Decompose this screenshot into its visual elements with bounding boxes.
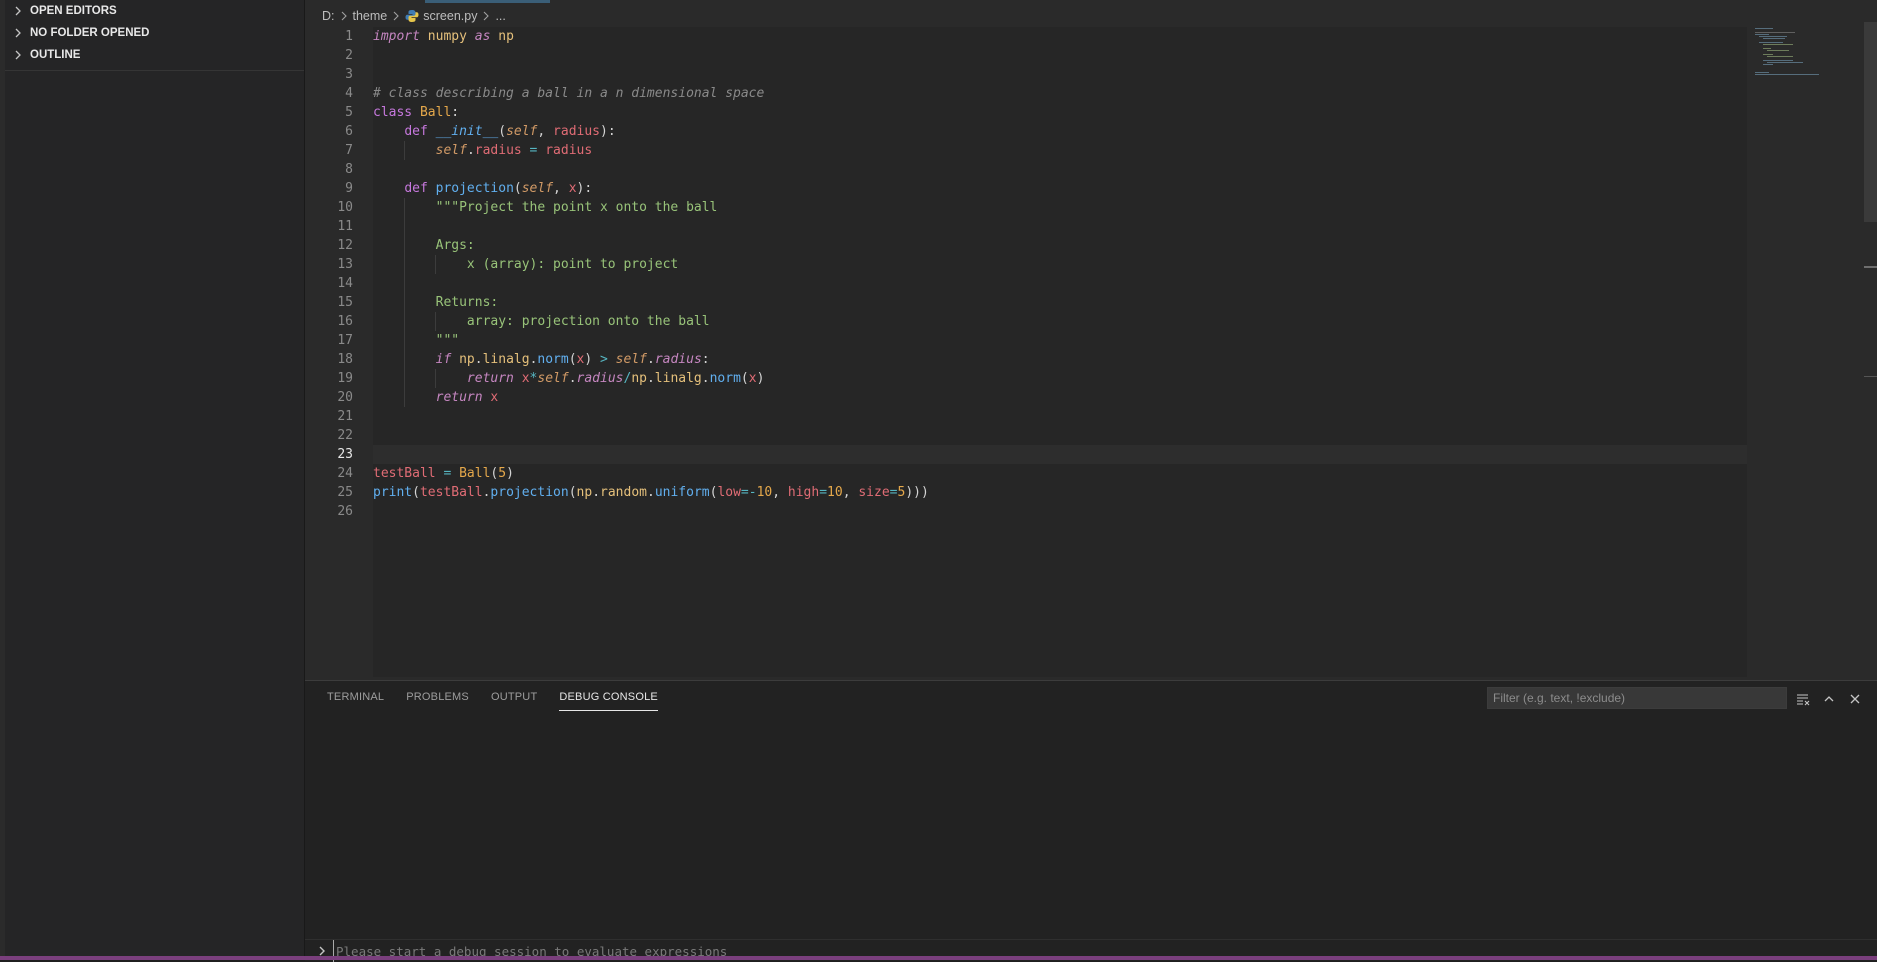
code-line: self.radius = radius bbox=[373, 141, 1747, 160]
line-number: 15 bbox=[337, 295, 353, 310]
code-line: def projection(self, x): bbox=[404, 181, 593, 196]
breadcrumb-folder[interactable]: theme bbox=[353, 9, 388, 23]
bottom-panel: TERMINAL PROBLEMS OUTPUT DEBUG CONSOLE bbox=[305, 680, 1877, 962]
sidebar-divider bbox=[5, 70, 304, 71]
chevron-right-icon bbox=[11, 48, 25, 62]
code-line-current bbox=[373, 445, 1747, 464]
line-number: 22 bbox=[337, 428, 353, 443]
sidebar-section-outline[interactable]: OUTLINE bbox=[5, 44, 304, 66]
breadcrumb-file[interactable]: screen.py bbox=[423, 9, 477, 23]
scrollbar-marker bbox=[1864, 376, 1877, 377]
panel-tabs: TERMINAL PROBLEMS OUTPUT DEBUG CONSOLE bbox=[327, 691, 680, 711]
breadcrumb-drive[interactable]: D: bbox=[322, 9, 335, 23]
code-line: testBall = Ball(5) bbox=[373, 466, 514, 481]
line-number: 3 bbox=[345, 67, 353, 82]
sidebar-section-label: OPEN EDITORS bbox=[30, 5, 117, 17]
chevron-right-icon bbox=[338, 10, 350, 22]
python-file-icon bbox=[405, 9, 419, 23]
chevron-right-icon bbox=[480, 10, 492, 22]
line-number: 23 bbox=[337, 447, 353, 462]
explorer-sidebar: OPEN EDITORS NO FOLDER OPENED OUTLINE bbox=[5, 0, 305, 960]
scrollbar-thumb[interactable] bbox=[1864, 22, 1877, 222]
code-line: """Project the point x onto the ball bbox=[373, 198, 1747, 217]
line-number: 2 bbox=[345, 48, 353, 63]
line-number: 1 bbox=[345, 29, 353, 44]
code-editor[interactable]: import numpy as np # class describing a … bbox=[373, 27, 1747, 521]
sidebar-section-no-folder[interactable]: NO FOLDER OPENED bbox=[5, 22, 304, 44]
code-line: return x*self.radius/np.linalg.norm(x) bbox=[373, 369, 1747, 388]
sidebar-section-open-editors[interactable]: OPEN EDITORS bbox=[5, 0, 304, 22]
line-number: 18 bbox=[337, 352, 353, 367]
line-number: 6 bbox=[345, 124, 353, 139]
sidebar-section-label: OUTLINE bbox=[30, 49, 81, 61]
sidebar-section-label: NO FOLDER OPENED bbox=[30, 27, 150, 39]
chevron-right-icon bbox=[390, 10, 402, 22]
line-number: 26 bbox=[337, 504, 353, 519]
breadcrumb: D: theme screen.py ... bbox=[322, 7, 506, 25]
line-number: 13 bbox=[337, 257, 353, 272]
chevron-up-icon[interactable] bbox=[1821, 691, 1837, 707]
code-line: """ bbox=[373, 331, 1747, 350]
line-number: 25 bbox=[337, 485, 353, 500]
code-line: if np.linalg.norm(x) > self.radius: bbox=[373, 350, 1747, 369]
minimap[interactable] bbox=[1747, 22, 1867, 82]
code-line: Returns: bbox=[373, 293, 1747, 312]
line-number: 7 bbox=[345, 143, 353, 158]
code-line: array: projection onto the ball bbox=[373, 312, 1747, 331]
tab-debug-console[interactable]: DEBUG CONSOLE bbox=[559, 691, 658, 711]
line-number: 20 bbox=[337, 390, 353, 405]
code-line bbox=[373, 217, 1747, 236]
line-number: 24 bbox=[337, 466, 353, 481]
line-number: 9 bbox=[345, 181, 353, 196]
line-number: 21 bbox=[337, 409, 353, 424]
line-number: 8 bbox=[345, 162, 353, 177]
code-line: class Ball: bbox=[373, 105, 460, 120]
code-line: print(testBall.projection(np.random.unif… bbox=[373, 485, 929, 500]
tab-terminal[interactable]: TERMINAL bbox=[327, 691, 384, 711]
line-number: 17 bbox=[337, 333, 353, 348]
line-number: 11 bbox=[337, 219, 353, 234]
code-line: def __init__(self, radius): bbox=[404, 124, 616, 139]
line-number: 10 bbox=[337, 200, 353, 215]
line-number: 4 bbox=[345, 86, 353, 101]
status-bar bbox=[0, 956, 1877, 960]
chevron-right-icon bbox=[11, 26, 25, 40]
tab-output[interactable]: OUTPUT bbox=[491, 691, 537, 711]
clear-console-icon[interactable] bbox=[1795, 691, 1811, 707]
line-number-gutter: 1 2 3 4 5 6 7 8 9 10 11 12 13 14 15 16 17 18 19 20 21 22 23 24 2… bbox=[305, 27, 373, 521]
line-number: 12 bbox=[337, 238, 353, 253]
scrollbar-cursor-marker bbox=[1864, 266, 1877, 268]
active-tab-indicator bbox=[425, 0, 550, 3]
editor-area: D: theme screen.py ... 1 2 3 4 5 6 7 8 9 10 11 12 13… bbox=[305, 0, 1877, 680]
filter-input[interactable] bbox=[1487, 687, 1787, 709]
line-number: 14 bbox=[337, 276, 353, 291]
chevron-right-icon bbox=[11, 4, 25, 18]
code-line: # class describing a ball in a n dimensi… bbox=[373, 86, 765, 101]
line-number: 5 bbox=[345, 105, 353, 120]
code-line: Args: bbox=[373, 236, 1747, 255]
close-icon[interactable] bbox=[1847, 691, 1863, 707]
line-number: 19 bbox=[337, 371, 353, 386]
code-line: return x bbox=[373, 388, 1747, 407]
code-line: x (array): point to project bbox=[373, 255, 1747, 274]
code-line: import numpy as np bbox=[373, 29, 514, 44]
code-line bbox=[373, 274, 1747, 293]
tab-problems[interactable]: PROBLEMS bbox=[406, 691, 469, 711]
line-number: 16 bbox=[337, 314, 353, 329]
breadcrumb-symbols[interactable]: ... bbox=[495, 9, 505, 23]
